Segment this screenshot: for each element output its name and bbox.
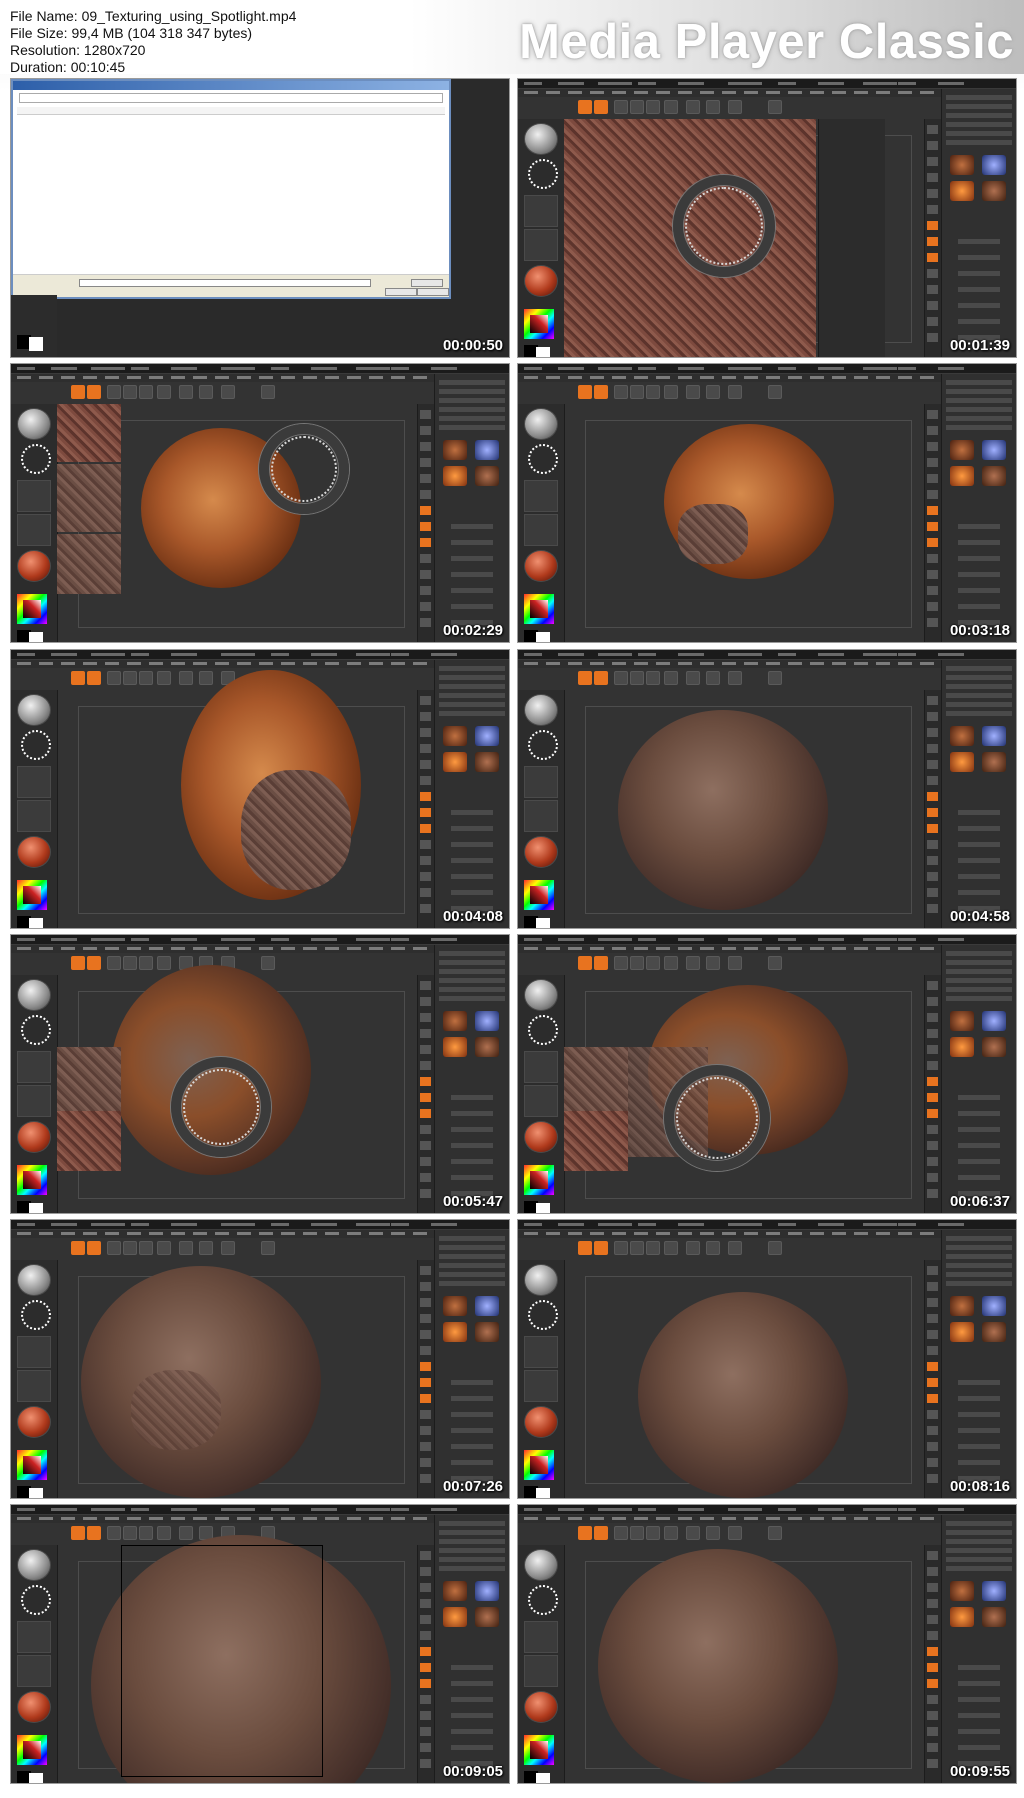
timestamp-label: 00:04:08 <box>442 908 503 925</box>
timestamp-label: 00:01:39 <box>949 337 1010 354</box>
zbrush-right-shelf[interactable] <box>924 975 941 1213</box>
file-type-select[interactable] <box>411 279 443 287</box>
timestamp-label: 00:03:18 <box>949 622 1010 639</box>
file-metadata: File Name: 09_Texturing_using_Spotlight.… <box>10 8 296 76</box>
texture-patch <box>564 1047 628 1111</box>
tool-palette[interactable] <box>434 374 509 642</box>
black-mask <box>121 1545 323 1777</box>
file-list-header <box>17 107 445 115</box>
tool-palette[interactable] <box>941 945 1016 1213</box>
tool-palette[interactable] <box>941 1230 1016 1498</box>
texture-patch <box>564 1111 628 1171</box>
tool-palette[interactable] <box>941 89 1016 357</box>
zbrush-left-shelf <box>11 295 57 357</box>
spotlight-dial[interactable] <box>673 175 775 277</box>
spotlight-dial[interactable] <box>664 1065 770 1171</box>
file-name-field[interactable] <box>79 279 371 287</box>
open-button[interactable] <box>385 288 417 296</box>
timestamp-label: 00:07:26 <box>442 1478 503 1495</box>
texture-patch <box>241 770 351 890</box>
spotlight-dial[interactable] <box>171 1057 271 1157</box>
texture-patch <box>57 1111 121 1171</box>
tool-palette[interactable] <box>434 945 509 1213</box>
timestamp-label: 00:09:55 <box>949 1763 1010 1780</box>
video-thumbnail[interactable]: 00:00:50 <box>10 78 510 358</box>
zbrush-right-shelf[interactable] <box>924 404 941 642</box>
video-thumbnail[interactable]: 00:02:29 <box>10 363 510 643</box>
video-thumbnail[interactable]: 00:09:55 <box>517 1504 1017 1784</box>
zbrush-right-shelf[interactable] <box>417 1260 434 1498</box>
timestamp-label: 00:06:37 <box>949 1193 1010 1210</box>
info-header: File Name: 09_Texturing_using_Spotlight.… <box>0 0 1024 76</box>
rock-sculpt[interactable] <box>638 1292 848 1498</box>
main-color-swatch[interactable] <box>29 337 43 351</box>
file-name-text: File Name: 09_Texturing_using_Spotlight.… <box>10 8 297 24</box>
zbrush-right-shelf[interactable] <box>417 404 434 642</box>
texture-patch <box>57 404 121 462</box>
timestamp-label: 00:02:29 <box>442 622 503 639</box>
zbrush-right-shelf[interactable] <box>417 690 434 928</box>
tool-palette[interactable] <box>434 1515 509 1783</box>
video-thumbnail[interactable]: 00:09:05 <box>10 1504 510 1784</box>
timestamp-label: 00:04:58 <box>949 908 1010 925</box>
video-thumbnail[interactable]: 00:03:18 <box>517 363 1017 643</box>
zbrush-right-shelf[interactable] <box>924 690 941 928</box>
zbrush-right-shelf[interactable] <box>924 1260 941 1498</box>
video-thumbnail[interactable]: 00:01:39 <box>517 78 1017 358</box>
tool-palette[interactable] <box>434 660 509 928</box>
tool-palette[interactable] <box>941 374 1016 642</box>
open-file-dialog[interactable] <box>11 79 451 299</box>
texture-patch <box>57 534 121 594</box>
zbrush-right-shelf[interactable] <box>924 119 941 357</box>
zbrush-right-shelf[interactable] <box>417 1545 434 1783</box>
texture-panel <box>818 119 885 357</box>
tool-palette[interactable] <box>434 1230 509 1498</box>
address-bar[interactable] <box>19 93 443 103</box>
texture-patch <box>57 1047 121 1111</box>
rock-sculpt[interactable] <box>598 1549 838 1783</box>
tool-palette[interactable] <box>941 1515 1016 1783</box>
video-thumbnail[interactable]: 00:07:26 <box>10 1219 510 1499</box>
timestamp-label: 00:05:47 <box>442 1193 503 1210</box>
timestamp-label: 00:09:05 <box>442 1763 503 1780</box>
zbrush-right-shelf[interactable] <box>417 975 434 1213</box>
texture-patch <box>57 464 121 532</box>
duration-text: Duration: 00:10:45 <box>10 59 126 75</box>
spotlight-dial[interactable] <box>259 424 349 514</box>
texture-patch <box>678 504 748 564</box>
file-size-text: File Size: 99,4 MB (104 318 347 bytes) <box>10 25 253 41</box>
video-thumbnail[interactable]: 00:04:58 <box>517 649 1017 929</box>
dialog-footer <box>13 274 449 297</box>
video-thumbnail[interactable]: 00:05:47 <box>10 934 510 1214</box>
video-thumbnail[interactable]: 00:08:16 <box>517 1219 1017 1499</box>
video-thumbnail[interactable]: 00:06:37 <box>517 934 1017 1214</box>
cancel-button[interactable] <box>417 288 449 296</box>
texture-patch <box>131 1370 221 1450</box>
zbrush-right-shelf[interactable] <box>924 1545 941 1783</box>
tool-palette[interactable] <box>941 660 1016 928</box>
timestamp-label: 00:08:16 <box>949 1478 1010 1495</box>
video-thumbnail[interactable]: 00:04:08 <box>10 649 510 929</box>
dialog-title-bar <box>13 81 449 90</box>
rock-sculpt[interactable] <box>618 710 828 910</box>
resolution-text: Resolution: 1280x720 <box>10 42 146 58</box>
timestamp-label: 00:00:50 <box>442 337 503 354</box>
media-player-classic-logo: Media Player Classic <box>519 15 1014 69</box>
